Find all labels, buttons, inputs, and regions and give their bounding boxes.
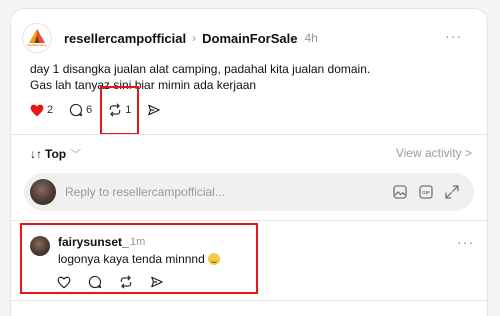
- divider: [11, 134, 487, 135]
- reply-composer[interactable]: Reply to resellercampofficial... GIF: [24, 173, 474, 211]
- comment-author-name[interactable]: fairysunset_: [58, 235, 129, 249]
- smiling-face-emoji-icon: [207, 253, 220, 265]
- post-actions: 2 6 1: [30, 100, 177, 120]
- post-body: day 1 disangka jualan alat camping, pada…: [30, 61, 460, 93]
- sort-selector[interactable]: ↓↑ Top ﹀: [30, 146, 81, 162]
- repost-button[interactable]: 1: [108, 103, 131, 117]
- logo-text: ResellerCamp: [27, 43, 47, 47]
- view-activity-link[interactable]: View activity >: [396, 146, 472, 160]
- heart-outline-icon[interactable]: [57, 276, 71, 289]
- comment-actions: [57, 275, 164, 289]
- post-author-name[interactable]: resellercampofficial: [64, 31, 186, 46]
- comment-text: logonya kaya tenda minnnd: [58, 252, 220, 266]
- expand-icon[interactable]: [444, 184, 460, 200]
- comment-time: 1m: [130, 236, 146, 248]
- divider: [11, 220, 487, 221]
- like-button[interactable]: 2: [30, 104, 53, 117]
- comment-bubble-icon[interactable]: [88, 275, 102, 289]
- share-button[interactable]: [147, 103, 161, 117]
- current-user-avatar: [30, 179, 56, 205]
- send-icon: [148, 104, 161, 116]
- sort-arrows-icon: ↓↑: [30, 147, 42, 161]
- comment-text-content: logonya kaya tenda minnnd: [58, 252, 205, 266]
- community-name[interactable]: DomainForSale: [202, 31, 297, 46]
- post-header: ResellerCamp resellercampofficial › Doma…: [22, 20, 474, 56]
- repost-count: 1: [125, 104, 132, 116]
- repost-icon: [110, 103, 121, 117]
- repost-icon[interactable]: [119, 275, 133, 289]
- heart-filled-icon: [30, 104, 44, 116]
- comment-bubble-icon: [70, 103, 83, 117]
- post-text-line: Gas lah tanyaz sini biar mimin ada kerja…: [30, 78, 257, 92]
- comment-count: 6: [86, 104, 93, 116]
- chevron-down-icon: ﹀: [70, 149, 82, 161]
- reply-placeholder[interactable]: Reply to resellercampofficial...: [65, 185, 392, 199]
- image-upload-icon[interactable]: [392, 184, 408, 200]
- comment-button[interactable]: 6: [69, 103, 92, 117]
- gif-icon[interactable]: GIF: [418, 184, 434, 200]
- divider: [11, 300, 487, 301]
- comment-author-avatar[interactable]: [30, 236, 50, 256]
- like-count: 2: [47, 104, 54, 116]
- post-text-line: day 1 disangka jualan alat camping, pada…: [30, 62, 371, 76]
- chevron-right-icon: ›: [192, 31, 197, 45]
- sort-label: Top: [45, 147, 67, 161]
- post-time: 4h: [304, 31, 318, 45]
- more-options-icon[interactable]: ···: [445, 28, 462, 44]
- send-icon[interactable]: [150, 275, 164, 289]
- author-avatar[interactable]: ResellerCamp: [22, 23, 52, 53]
- svg-text:GIF: GIF: [422, 190, 430, 195]
- tent-logo-icon: [29, 29, 45, 43]
- more-options-icon[interactable]: ···: [457, 234, 474, 250]
